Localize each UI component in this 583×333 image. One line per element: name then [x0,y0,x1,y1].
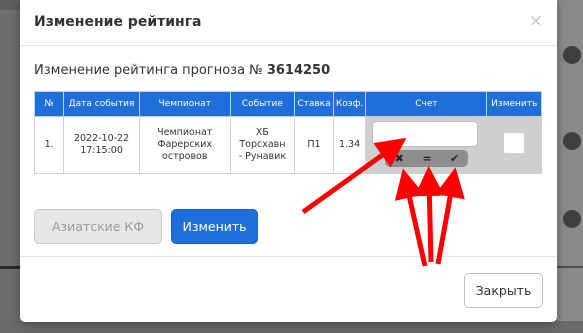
background-divider-left [0,266,22,269]
event-line: - Рунавик [238,151,287,162]
cell-odds: 1.34 [332,116,367,174]
column-header-event: Событие [229,91,296,117]
cell-championship: Чемпионат Фарерских островов [138,116,231,174]
column-header-number: № [33,91,65,117]
rating-change-modal: Изменение рейтинга × Изменение рейтинга … [20,0,557,322]
change-button[interactable]: Изменить [171,209,258,244]
background-avatar [563,132,581,150]
close-icon[interactable]: × [529,11,543,31]
table-header-row: № Дата события Чемпионат Событие Ставка … [33,91,542,117]
cell-event: ХБ Торсхавн - Рунавик [229,116,296,174]
event-line: ХБ Торсхавн [239,127,286,150]
modal-footer-divider [20,256,557,257]
column-header-change: Изменить [486,91,542,117]
background-divider [557,266,583,268]
win-check-icon[interactable]: ✔ [450,152,459,165]
modal-title: Изменение рейтинга [34,14,202,30]
background-footer [0,321,583,333]
column-header-odds: Коэф. [332,91,367,117]
column-header-championship: Чемпионат [138,91,231,117]
cell-number: 1. [33,116,65,174]
background-avatar [563,46,581,64]
score-button-bar: ✖ = ✔ [385,150,469,167]
close-button[interactable]: Закрыть [464,273,543,308]
modal-header: Изменение рейтинга × [20,0,557,46]
cell-change [486,116,542,174]
asian-odds-button[interactable]: Азиатские КФ [34,209,162,244]
subtitle-text: Изменение рейтинга прогноза № [34,63,267,78]
column-header-bet: Ставка [294,91,334,117]
championship-line: Фарерских [157,139,213,150]
event-time: 17:15:00 [80,145,123,156]
change-checkbox[interactable] [504,133,525,153]
loss-icon[interactable]: ✖ [395,152,404,165]
column-header-score: Счет [365,91,488,117]
event-date: 2022-10-22 [73,133,130,144]
background-avatar [563,210,581,228]
column-header-date: Дата события [63,91,140,117]
cell-date: 2022-10-22 17:15:00 [63,116,140,174]
cell-bet: П1 [294,116,334,174]
draw-icon[interactable]: = [422,152,431,165]
championship-line: Чемпионат [157,127,213,138]
championship-line: островов [162,151,208,162]
table-row: 1. 2022-10-22 17:15:00 Чемпионат Фарерск… [33,116,542,174]
forecast-number: 3614250 [266,63,331,78]
cell-score: ✖ = ✔ [365,116,488,174]
score-input[interactable] [372,121,479,147]
forecast-subtitle: Изменение рейтинга прогноза № 3614250 [34,63,330,78]
rating-table: № Дата события Чемпионат Событие Ставка … [33,91,542,174]
